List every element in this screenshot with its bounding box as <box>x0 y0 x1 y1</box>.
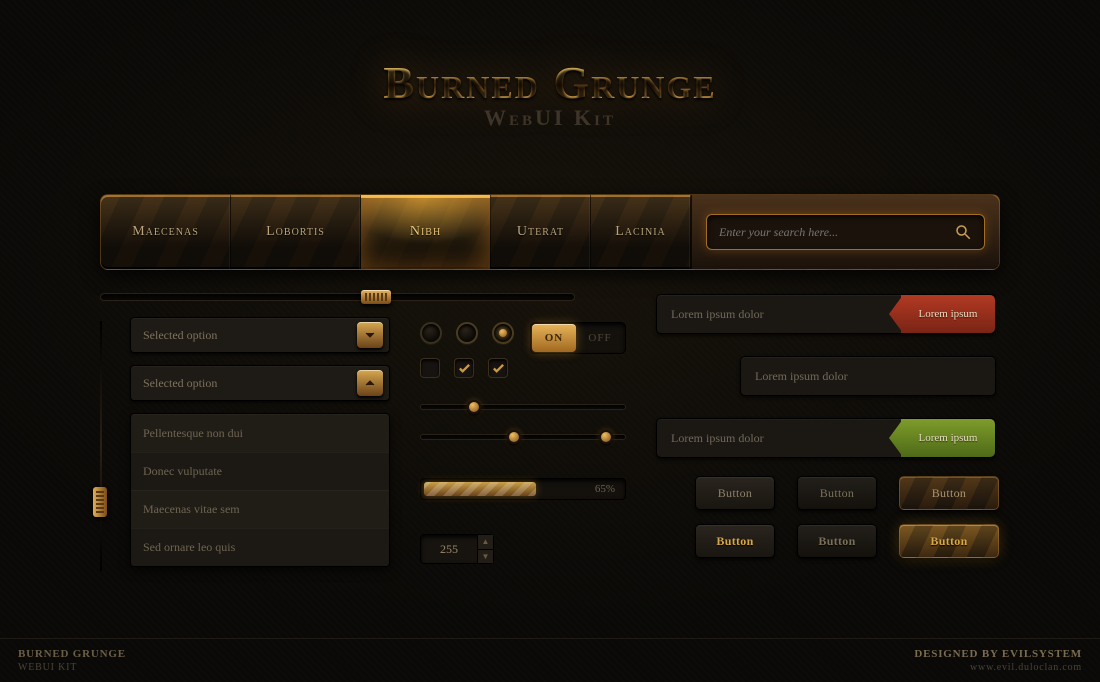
button-textured-gold[interactable]: Button <box>899 524 999 558</box>
checkbox-checked[interactable] <box>488 358 508 378</box>
slider-thumb-min[interactable] <box>507 430 521 444</box>
checkbox[interactable] <box>420 358 440 378</box>
button-textured[interactable]: Button <box>899 476 999 510</box>
radio[interactable] <box>420 322 442 344</box>
tag-row[interactable]: Lorem ipsum dolor Lorem ipsum <box>656 418 996 458</box>
button-plain[interactable]: Button <box>695 476 775 510</box>
radio-selected[interactable] <box>492 322 514 344</box>
progress-fill <box>424 482 536 496</box>
footer-right-sub: www.evil.duloclan.com <box>970 662 1082 673</box>
check-icon <box>458 362 471 375</box>
dropdown-open[interactable]: Selected option <box>130 365 390 401</box>
tag-row[interactable]: Lorem ipsum dolor <box>740 356 996 396</box>
checkbox-checked[interactable] <box>454 358 474 378</box>
nav-item-label: Lobortis <box>266 224 325 240</box>
search-wrap <box>691 195 999 269</box>
dropdown-toggle-button[interactable] <box>357 322 383 348</box>
nav-item-2[interactable]: Nibh <box>361 195 491 269</box>
tag-row[interactable]: Lorem ipsum dolor Lorem ipsum <box>656 294 996 334</box>
mid-column: On Off 65% 255 ▲ ▼ <box>420 322 630 564</box>
progress-bar: 65% <box>420 478 626 500</box>
slider-thumb-max[interactable] <box>599 430 613 444</box>
nav-item-label: Uterat <box>517 224 564 240</box>
tag-row-text: Lorem ipsum dolor <box>671 431 764 446</box>
dropdown-option[interactable]: Pellentesque non dui <box>131 414 389 452</box>
check-icon <box>492 362 505 375</box>
slider-thumb[interactable] <box>467 400 481 414</box>
toggle-on: On <box>532 324 576 352</box>
stepper-up[interactable]: ▲ <box>478 535 493 550</box>
dropdown-options: Pellentesque non dui Donec vulputate Mae… <box>130 413 390 567</box>
slider-range[interactable] <box>420 434 626 440</box>
slider-single[interactable] <box>420 404 626 410</box>
tag-badge-green[interactable]: Lorem ipsum <box>901 419 995 457</box>
dropdown-label: Selected option <box>143 328 217 343</box>
main-nav: Maecenas Lobortis Nibh Uterat Lacinia <box>100 194 1000 270</box>
dropdown-toggle-button[interactable] <box>357 370 383 396</box>
progress-percent: 65% <box>595 483 615 495</box>
toggle-switch[interactable]: On Off <box>530 322 626 354</box>
stepper-down[interactable]: ▼ <box>478 550 493 564</box>
footer-left-title: BURNED GRUNGE <box>18 647 126 661</box>
nav-item-3[interactable]: Uterat <box>491 195 591 269</box>
search-input[interactable] <box>719 225 954 240</box>
toggle-off: Off <box>578 324 622 352</box>
dropdown-option[interactable]: Donec vulputate <box>131 452 389 490</box>
dropdown-closed[interactable]: Selected option <box>130 317 390 353</box>
chevron-down-icon <box>364 329 376 341</box>
dropdown-option[interactable]: Maecenas vitae sem <box>131 490 389 528</box>
chevron-up-icon <box>364 377 376 389</box>
footer-right-title: DESIGNED BY EVILSYSTEM <box>914 647 1082 661</box>
radio[interactable] <box>456 322 478 344</box>
button-dark-gold[interactable]: Button <box>797 524 877 558</box>
page-slider-knob[interactable] <box>361 290 391 304</box>
button-grid: Button Button Button Button Button Butto… <box>695 476 1007 558</box>
vertical-scroll-knob[interactable] <box>93 487 107 517</box>
stepper-buttons: ▲ ▼ <box>477 535 493 563</box>
nav-item-0[interactable]: Maecenas <box>101 195 231 269</box>
footer-right: DESIGNED BY EVILSYSTEM www.evil.duloclan… <box>914 647 1082 674</box>
search-icon <box>954 223 972 241</box>
nav-item-label: Nibh <box>410 224 441 240</box>
tag-badge-red[interactable]: Lorem ipsum <box>901 295 995 333</box>
stepper-value: 255 <box>421 542 477 557</box>
number-stepper[interactable]: 255 ▲ ▼ <box>420 534 494 564</box>
nav-item-1[interactable]: Lobortis <box>231 195 361 269</box>
hero-subtitle: WebUI Kit <box>0 105 1100 131</box>
button-plain-gold[interactable]: Button <box>695 524 775 558</box>
search-box[interactable] <box>706 214 985 250</box>
footer-left: BURNED GRUNGE WebUI KIT <box>18 647 126 674</box>
right-column: Lorem ipsum dolor Lorem ipsum Lorem ipsu… <box>656 294 1000 480</box>
hero: Burned Grunge WebUI Kit <box>0 56 1100 131</box>
footer: BURNED GRUNGE WebUI KIT DESIGNED BY EVIL… <box>0 638 1100 682</box>
nav-item-label: Maecenas <box>132 224 199 240</box>
dropdown-option[interactable]: Sed ornare leo quis <box>131 528 389 566</box>
left-column: Selected option Selected option Pellente… <box>100 317 400 567</box>
dropdown-label: Selected option <box>143 376 217 391</box>
page-slider[interactable] <box>100 293 575 301</box>
hero-title: Burned Grunge <box>0 56 1100 109</box>
nav-item-4[interactable]: Lacinia <box>591 195 691 269</box>
checkbox-group <box>420 358 630 378</box>
button-dark[interactable]: Button <box>797 476 877 510</box>
tag-row-text: Lorem ipsum dolor <box>671 307 764 322</box>
tag-row-text: Lorem ipsum dolor <box>755 369 848 384</box>
nav-item-label: Lacinia <box>615 224 666 240</box>
footer-left-sub: WebUI KIT <box>18 662 77 673</box>
